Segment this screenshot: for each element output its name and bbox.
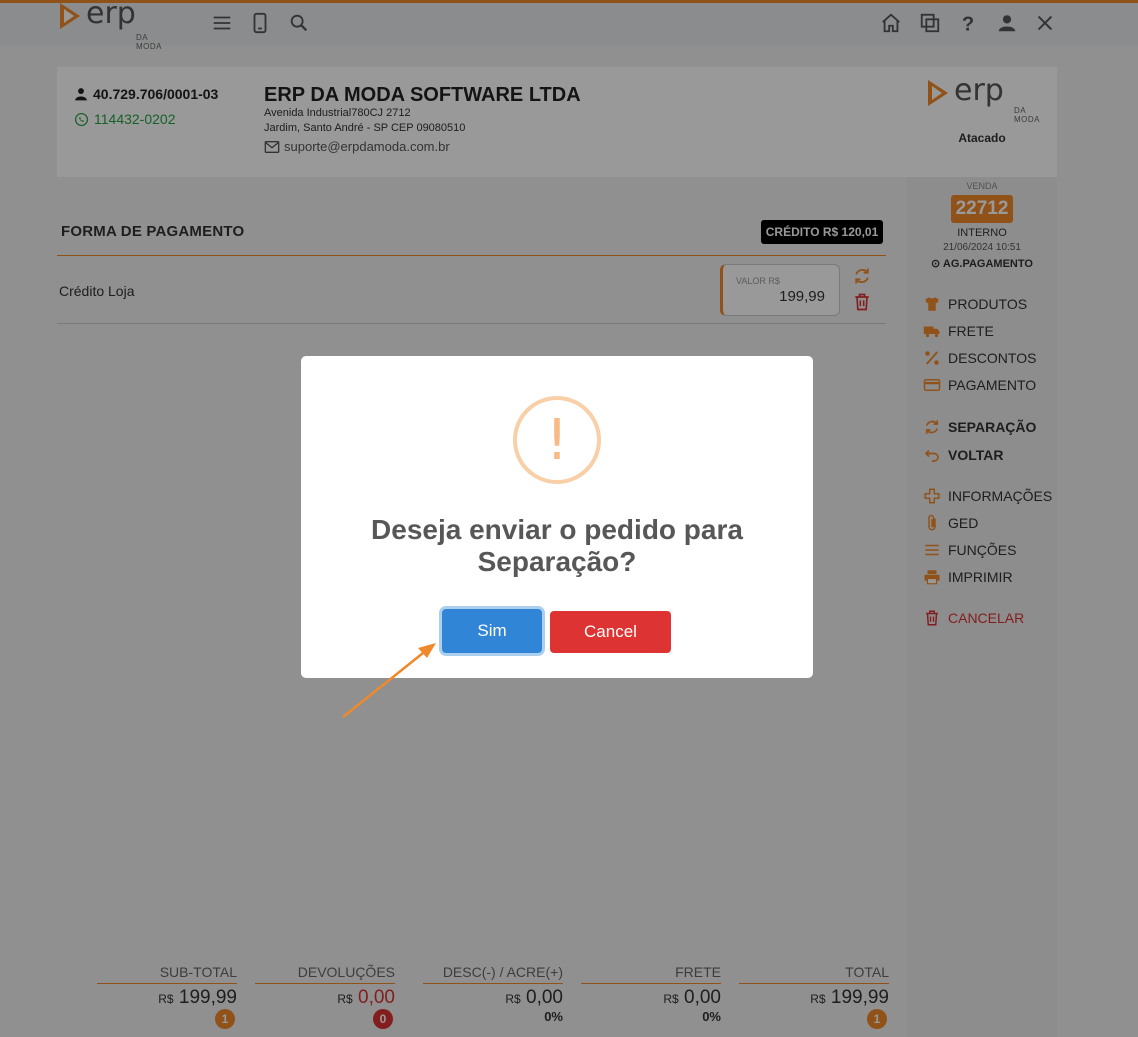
dialog-title: Deseja enviar o pedido para Separação? [371, 514, 743, 577]
cancel-button[interactable]: Cancel [550, 611, 671, 653]
warning-icon: ! [513, 396, 601, 484]
confirm-button[interactable]: Sim [442, 609, 542, 653]
confirm-dialog: ! Deseja enviar o pedido para Separação?… [301, 356, 813, 678]
